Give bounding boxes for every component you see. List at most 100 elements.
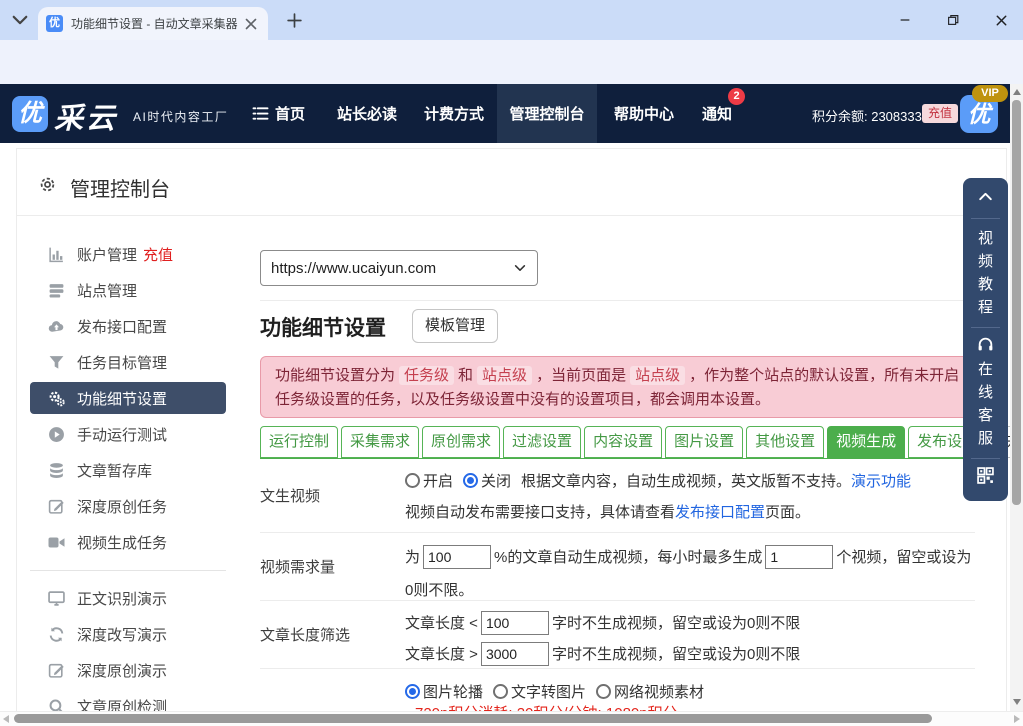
scroll-left-arrow[interactable]	[3, 715, 9, 723]
window-restore-button[interactable]	[941, 10, 965, 30]
row-label: 文章长度筛选	[260, 601, 405, 668]
tab-search-icon[interactable]	[10, 10, 30, 30]
level-notice-box: 功能细节设置分为任务级和站点级，当前页面是站点级，作为整个站点的默认设置，所有未…	[260, 356, 975, 418]
tab-favicon: 优	[46, 15, 63, 32]
radio-disable-checked[interactable]	[463, 473, 478, 488]
demo-feature-link[interactable]: 演示功能	[851, 470, 911, 491]
sidebar-divider	[30, 570, 226, 571]
notification-badge: 2	[728, 88, 745, 105]
sidebar-item-feature-settings[interactable]: 功能细节设置	[30, 382, 226, 414]
site-logo-mark[interactable]: 优	[12, 96, 48, 132]
min-length-input[interactable]	[481, 611, 549, 635]
radio-text-to-image[interactable]	[493, 684, 508, 699]
gear-icon	[37, 174, 58, 195]
browser-tab[interactable]: 优 功能细节设置 - 自动文章采集器	[38, 7, 268, 40]
database-icon	[48, 462, 65, 479]
browser-window: 优 功能细节设置 - 自动文章采集器 ucaiyun.com/caiji/set…	[0, 0, 1023, 726]
sidebar-item-deep-original-demo[interactable]: 深度原创演示	[30, 654, 226, 686]
nav-item-console-active[interactable]: 管理控制台	[497, 84, 597, 143]
sidebar-item-content-recognition-demo[interactable]: 正文识别演示	[30, 582, 226, 614]
nav-item-must-read[interactable]: 站长必读	[337, 84, 397, 143]
browser-titlebar: 优 功能细节设置 - 自动文章采集器	[0, 0, 1023, 40]
floating-help-widget: 视频教程 在线客服	[963, 178, 1008, 501]
vip-badge: VIP	[972, 85, 1008, 102]
tab-title: 功能细节设置 - 自动文章采集器	[71, 15, 239, 32]
radio-image-slideshow-checked[interactable]	[405, 684, 420, 699]
section-title: 功能细节设置	[260, 312, 386, 342]
header-divider	[17, 215, 1006, 216]
edit-icon	[48, 498, 65, 515]
play-circle-icon	[48, 426, 65, 443]
refresh-icon	[48, 626, 65, 643]
menu-list-icon	[252, 106, 269, 121]
tab-close-icon[interactable]	[243, 16, 259, 32]
sidebar-item-task-targets[interactable]: 任务目标管理	[30, 346, 226, 378]
tag-site-level: 站点级	[477, 366, 532, 385]
nav-item-pricing[interactable]: 计费方式	[424, 84, 484, 143]
tab-video-generation-active[interactable]: 视频生成	[827, 426, 905, 458]
tag-site-level-current: 站点级	[630, 366, 685, 385]
tab-run-control[interactable]: 运行控制	[260, 426, 338, 458]
radio-web-video-material[interactable]	[596, 684, 611, 699]
page-title: 管理控制台	[70, 173, 170, 202]
video-percent-input[interactable]	[423, 545, 491, 569]
radio-enable[interactable]	[405, 473, 420, 488]
max-length-input[interactable]	[481, 642, 549, 666]
sidebar-recharge-link[interactable]: 充值	[143, 244, 173, 265]
tab-image-settings[interactable]: 图片设置	[665, 426, 743, 458]
publish-api-link[interactable]: 发布接口配置	[675, 501, 765, 522]
tab-collect-demand[interactable]: 采集需求	[341, 426, 419, 458]
site-logo-text[interactable]: 采云	[54, 95, 118, 137]
video-tutorial-link[interactable]: 视频教程	[978, 227, 994, 319]
chevron-up-icon[interactable]	[977, 188, 994, 205]
tab-filter-settings[interactable]: 过滤设置	[503, 426, 581, 458]
browser-toolbar: ucaiyun.com/caiji/settings/ 井	[0, 40, 1023, 84]
sidebar-item-manual-test[interactable]: 手动运行测试	[30, 418, 226, 450]
tab-other-settings[interactable]: 其他设置	[746, 426, 824, 458]
vertical-scrollbar-thumb[interactable]	[1012, 100, 1021, 505]
tag-task-level: 任务级	[399, 366, 454, 385]
form-row-article-length-filter: 文章长度筛选 文章长度 < 字时不生成视频，留空或设为0则不限 文章长度 > 字…	[260, 601, 975, 669]
site-slogan: AI时代内容工厂	[133, 108, 228, 125]
filter-icon	[48, 354, 65, 371]
video-camera-icon	[48, 534, 65, 551]
gears-icon	[48, 390, 65, 407]
chevron-down-icon	[513, 261, 527, 275]
new-tab-button[interactable]	[286, 12, 303, 29]
window-minimize-button[interactable]	[893, 10, 917, 30]
tab-original-demand[interactable]: 原创需求	[422, 426, 500, 458]
sidebar-item-article-staging[interactable]: 文章暂存库	[30, 454, 226, 486]
sidebar-item-rewrite-demo[interactable]: 深度改写演示	[30, 618, 226, 650]
horizontal-scrollbar-thumb[interactable]	[14, 714, 932, 723]
nav-item-home[interactable]: 首页	[252, 84, 305, 143]
sidebar-item-video-task[interactable]: 视频生成任务	[30, 526, 226, 558]
edit-icon	[48, 662, 65, 679]
sidebar-item-publish-api[interactable]: 发布接口配置	[30, 310, 226, 342]
scroll-right-arrow[interactable]	[1014, 715, 1020, 723]
bar-chart-icon	[48, 246, 65, 263]
videos-per-hour-input[interactable]	[765, 545, 833, 569]
online-support-link[interactable]: 在线客服	[978, 358, 994, 450]
tab-content-settings[interactable]: 内容设置	[584, 426, 662, 458]
row-label: 视频需求量	[260, 533, 405, 600]
settings-tab-bar: 运行控制 采集需求 原创需求 过滤设置 内容设置 图片设置 其他设置 视频生成 …	[260, 426, 975, 459]
scroll-up-arrow[interactable]	[1013, 89, 1021, 95]
recharge-button[interactable]: 充值	[922, 104, 958, 123]
scroll-down-arrow[interactable]	[1013, 699, 1021, 705]
nav-item-help[interactable]: 帮助中心	[614, 84, 674, 143]
template-manage-button[interactable]: 模板管理	[412, 309, 498, 343]
form-row-text-to-video: 文生视频 开启 关闭 根据文章内容，自动生成视频，英文版暂不支持。 演示功能 视…	[260, 459, 975, 533]
headset-icon	[977, 336, 994, 353]
sidebar-item-deep-original-task[interactable]: 深度原创任务	[30, 490, 226, 522]
monitor-icon	[48, 590, 65, 607]
settings-form: 文生视频 开启 关闭 根据文章内容，自动生成视频，英文版暂不支持。 演示功能 视…	[260, 459, 975, 726]
site-select-dropdown[interactable]: https://www.ucaiyun.com	[260, 250, 538, 286]
sidebar-item-account[interactable]: 账户管理 充值	[30, 238, 226, 270]
points-balance: 积分余额: 2308333	[812, 106, 922, 125]
site-list-icon	[48, 282, 65, 299]
qr-code-icon[interactable]	[977, 467, 994, 484]
window-close-button[interactable]	[989, 10, 1013, 30]
content-divider	[260, 300, 975, 301]
form-row-video-demand: 视频需求量 为%的文章自动生成视频，每小时最多生成个视频，留空或设为0则不限。	[260, 533, 975, 601]
sidebar-item-sites[interactable]: 站点管理	[30, 274, 226, 306]
